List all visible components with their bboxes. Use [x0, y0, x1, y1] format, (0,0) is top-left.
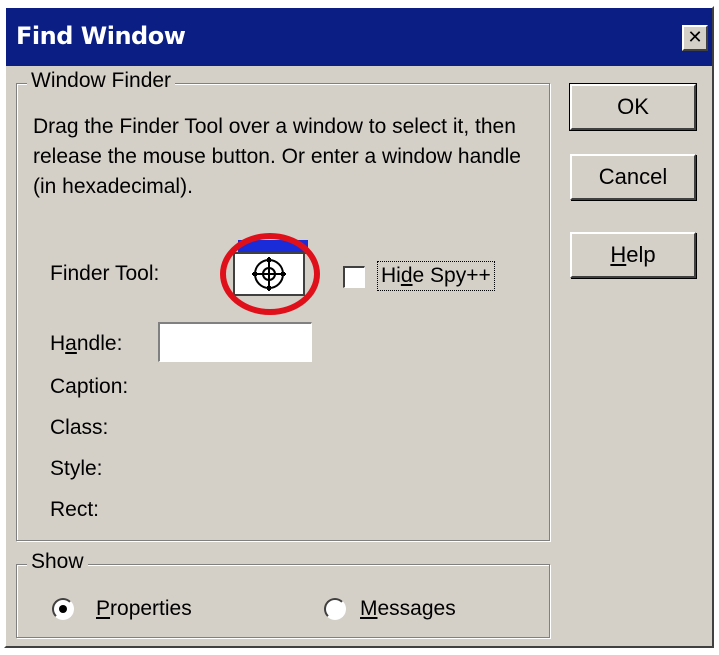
window-title: Find Window: [16, 22, 186, 50]
style-label: Style:: [50, 457, 103, 480]
rect-label: Rect:: [50, 498, 100, 521]
messages-radio[interactable]: [324, 598, 346, 620]
ok-button[interactable]: OK: [569, 83, 697, 131]
caption-label: Caption:: [50, 375, 129, 398]
window-finder-legend: Window Finder: [27, 69, 176, 93]
show-legend: Show: [27, 550, 88, 574]
messages-label[interactable]: Messages: [360, 597, 456, 621]
properties-label[interactable]: Properties: [96, 597, 192, 621]
hide-spy-checkbox[interactable]: [343, 266, 365, 288]
cancel-button-label: Cancel: [598, 164, 668, 189]
properties-radio[interactable]: [52, 598, 74, 620]
class-label: Class:: [50, 416, 109, 439]
hide-spy-label[interactable]: Hide Spy++: [377, 261, 495, 291]
finder-instructions: Drag the Finder Tool over a window to se…: [33, 115, 521, 198]
handle-label: Handle:: [50, 332, 123, 355]
help-button-label: Help: [610, 242, 656, 267]
help-button[interactable]: Help: [570, 232, 696, 278]
close-icon: ✕: [687, 27, 703, 48]
cancel-button[interactable]: Cancel: [570, 154, 696, 200]
find-window-dialog: Find Window ✕ Window Finder Drag the Fin…: [4, 6, 714, 648]
ok-button-label: OK: [617, 94, 649, 119]
radio-selected-dot: [59, 605, 67, 613]
close-button[interactable]: ✕: [682, 25, 708, 51]
red-highlight-circle: [220, 233, 320, 315]
finder-tool-label: Finder Tool:: [50, 262, 160, 285]
title-bar[interactable]: Find Window ✕: [6, 8, 712, 66]
handle-input[interactable]: [158, 322, 312, 362]
